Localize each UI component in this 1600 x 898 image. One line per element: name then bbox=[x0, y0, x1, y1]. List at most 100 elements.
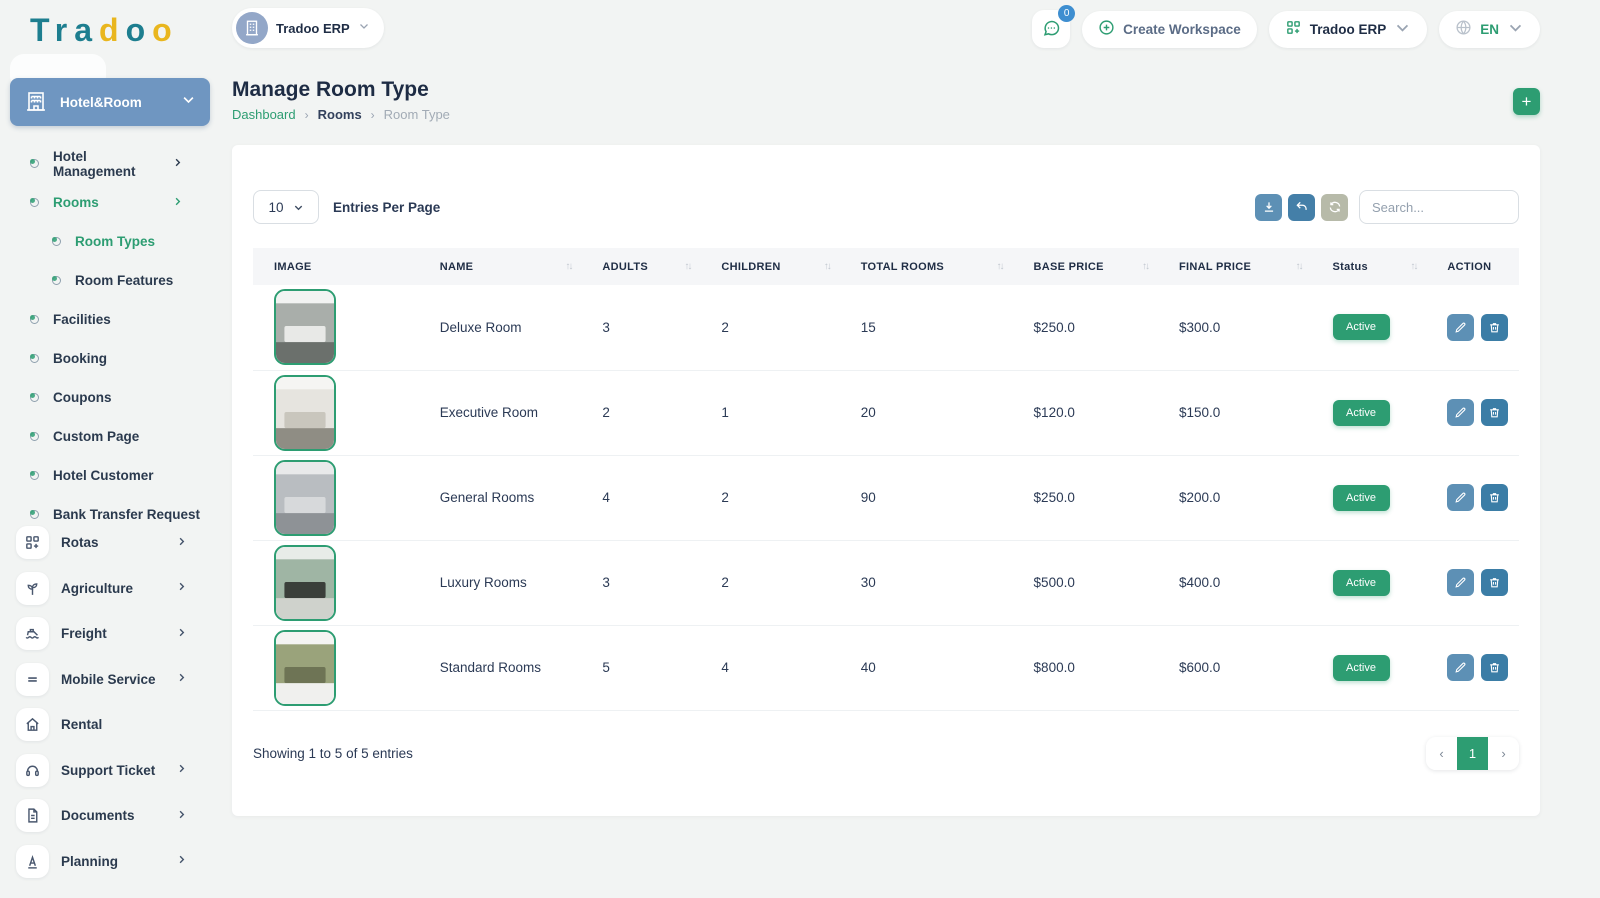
room-image[interactable] bbox=[274, 289, 336, 365]
language-label: EN bbox=[1480, 22, 1499, 37]
pagination-next-button[interactable]: › bbox=[1488, 737, 1519, 770]
bullet-circle-icon bbox=[30, 510, 39, 519]
chevron-right-icon bbox=[176, 625, 187, 643]
breadcrumb-item[interactable]: Rooms bbox=[318, 107, 362, 122]
refresh-icon bbox=[1328, 200, 1342, 214]
sidebar-item-label: Mobile Service bbox=[61, 672, 164, 687]
export-download-button[interactable] bbox=[1255, 194, 1282, 221]
column-header-total-rooms[interactable]: TOTAL ROOMS↑↓ bbox=[840, 248, 1013, 285]
sidebar-item-room-types[interactable]: Room Types bbox=[0, 222, 215, 261]
table-row: Luxury Rooms 3 2 30 $500.0 $400.0 Active bbox=[253, 540, 1519, 625]
sidebar-item-agriculture[interactable]: Agriculture bbox=[0, 566, 215, 612]
room-image[interactable] bbox=[274, 375, 336, 451]
undo-button[interactable] bbox=[1288, 194, 1315, 221]
sidebar-item-documents[interactable]: Documents bbox=[0, 793, 215, 839]
edit-button[interactable] bbox=[1447, 314, 1474, 341]
room-image[interactable] bbox=[274, 630, 336, 706]
chat-button[interactable]: 0 bbox=[1032, 10, 1070, 48]
sidebar-item-label: Freight bbox=[61, 626, 164, 641]
delete-button[interactable] bbox=[1481, 569, 1508, 596]
sidebar-item-planning[interactable]: Planning bbox=[0, 839, 215, 885]
edit-button[interactable] bbox=[1447, 569, 1474, 596]
sidebar-item-coupons[interactable]: Coupons bbox=[0, 378, 215, 417]
sidebar-item-room-features[interactable]: Room Features bbox=[0, 261, 215, 300]
sidebar-item-custom-page[interactable]: Custom Page bbox=[0, 417, 215, 456]
sidebar-item-freight[interactable]: Freight bbox=[0, 611, 215, 657]
sidebar-item-facilities[interactable]: Facilities bbox=[0, 300, 215, 339]
plant-icon bbox=[16, 572, 49, 605]
column-header-children[interactable]: CHILDREN↑↓ bbox=[700, 248, 839, 285]
delete-button[interactable] bbox=[1481, 484, 1508, 511]
trash-icon bbox=[1488, 491, 1501, 504]
sidebar-item-hotel-customer[interactable]: Hotel Customer bbox=[0, 456, 215, 495]
edit-button[interactable] bbox=[1447, 399, 1474, 426]
room-name-cell: Deluxe Room bbox=[419, 285, 582, 370]
sidebar-item-rooms[interactable]: Rooms bbox=[0, 183, 215, 222]
pagination-page-1[interactable]: 1 bbox=[1457, 737, 1488, 770]
edit-button[interactable] bbox=[1447, 654, 1474, 681]
delete-button[interactable] bbox=[1481, 314, 1508, 341]
search-input[interactable] bbox=[1359, 190, 1519, 224]
sidebar-item-rotas[interactable]: Rotas bbox=[0, 520, 215, 566]
delete-button[interactable] bbox=[1481, 654, 1508, 681]
table-row: Executive Room 2 1 20 $120.0 $150.0 Acti… bbox=[253, 370, 1519, 455]
bullet-circle-icon bbox=[30, 432, 39, 441]
breadcrumb-item: Room Type bbox=[384, 107, 450, 122]
column-header-name[interactable]: NAME↑↓ bbox=[419, 248, 582, 285]
sidebar-item-booking[interactable]: Booking bbox=[0, 339, 215, 378]
breadcrumb-separator: › bbox=[371, 108, 375, 122]
delete-button[interactable] bbox=[1481, 399, 1508, 426]
sidebar-item-label: Coupons bbox=[53, 390, 112, 405]
sidebar-item-rental[interactable]: Rental bbox=[0, 702, 215, 748]
showing-entries-text: Showing 1 to 5 of 5 entries bbox=[253, 746, 413, 761]
table-header-row: IMAGE NAME↑↓ ADULTS ↑↓ CHILDREN↑↓ TOTAL R… bbox=[253, 248, 1519, 285]
erp-workspace-button[interactable]: Tradoo ERP bbox=[1269, 11, 1428, 48]
status-badge[interactable]: Active bbox=[1333, 655, 1390, 681]
sidebar-item-hotel-management[interactable]: Hotel Management bbox=[0, 144, 215, 183]
pencil-icon bbox=[1454, 576, 1467, 589]
language-selector[interactable]: EN bbox=[1439, 11, 1540, 48]
pagination-prev-button[interactable]: ‹ bbox=[1426, 737, 1457, 770]
logo-letter: T bbox=[30, 12, 55, 48]
children-cell: 4 bbox=[700, 625, 839, 710]
status-badge[interactable]: Active bbox=[1333, 570, 1390, 596]
status-badge[interactable]: Active bbox=[1333, 314, 1390, 340]
sidebar-item-label: Custom Page bbox=[53, 429, 139, 444]
column-header-final-price[interactable]: FINAL PRICE↑↓ bbox=[1158, 248, 1312, 285]
sidebar-modules: Rotas Agriculture Freight Mobile Service… bbox=[0, 520, 215, 884]
column-label: ADULTS bbox=[602, 261, 648, 273]
chevron-right-icon bbox=[176, 534, 187, 552]
create-workspace-button[interactable]: Create Workspace bbox=[1082, 11, 1257, 48]
status-badge[interactable]: Active bbox=[1333, 485, 1390, 511]
room-image[interactable] bbox=[274, 460, 336, 536]
sort-icon: ↑↓ bbox=[1142, 261, 1148, 272]
sort-icon: ↑↓ bbox=[684, 261, 690, 272]
equals-icon bbox=[16, 663, 49, 696]
base-price-cell: $800.0 bbox=[1013, 625, 1158, 710]
table-footer: Showing 1 to 5 of 5 entries ‹ 1 › bbox=[253, 737, 1519, 770]
workspace-selector[interactable]: Tradoo ERP bbox=[232, 8, 384, 48]
room-image[interactable] bbox=[274, 545, 336, 621]
column-label: FINAL PRICE bbox=[1179, 261, 1251, 273]
refresh-button[interactable] bbox=[1321, 194, 1348, 221]
chevron-right-icon bbox=[172, 156, 183, 171]
entries-per-page-select[interactable]: 10 bbox=[253, 190, 319, 224]
headset-icon bbox=[16, 754, 49, 787]
add-room-type-button[interactable]: + bbox=[1513, 88, 1540, 115]
column-header-adults[interactable]: ADULTS ↑↓ bbox=[581, 248, 700, 285]
plus-circle-icon bbox=[1098, 19, 1115, 39]
status-badge[interactable]: Active bbox=[1333, 400, 1390, 426]
column-header-status[interactable]: Status↑↓ bbox=[1312, 248, 1427, 285]
sidebar-item-mobile-service[interactable]: Mobile Service bbox=[0, 657, 215, 703]
sidebar-section-hotel-room[interactable]: Hotel&Room bbox=[10, 78, 210, 126]
chevron-right-icon bbox=[172, 195, 183, 210]
base-price-cell: $120.0 bbox=[1013, 370, 1158, 455]
column-header-image: IMAGE bbox=[253, 248, 419, 285]
column-header-base-price[interactable]: BASE PRICE↑↓ bbox=[1013, 248, 1158, 285]
sidebar-item-support-ticket[interactable]: Support Ticket bbox=[0, 748, 215, 794]
bullet-circle-icon bbox=[30, 393, 39, 402]
sidebar-item-label: Documents bbox=[61, 808, 164, 823]
edit-button[interactable] bbox=[1447, 484, 1474, 511]
chevron-right-icon bbox=[176, 852, 187, 870]
breadcrumb-item[interactable]: Dashboard bbox=[232, 107, 296, 122]
